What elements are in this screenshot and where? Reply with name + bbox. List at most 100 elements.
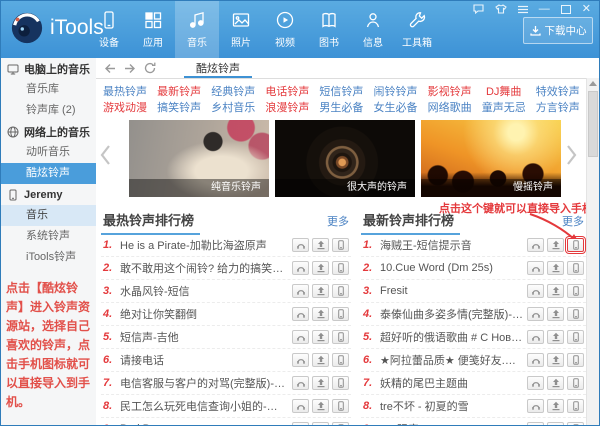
listen-button[interactable] bbox=[527, 261, 544, 275]
listen-button[interactable] bbox=[292, 376, 309, 390]
category-link[interactable]: 短信铃声 bbox=[314, 84, 368, 100]
back-button[interactable] bbox=[104, 63, 116, 74]
import-to-phone-button[interactable] bbox=[332, 284, 349, 298]
refresh-button[interactable] bbox=[144, 62, 156, 74]
download-ringtone-button[interactable] bbox=[547, 330, 564, 344]
category-link[interactable]: 影视铃声 bbox=[423, 84, 477, 100]
download-ringtone-button[interactable] bbox=[547, 353, 564, 367]
import-to-phone-button[interactable] bbox=[332, 353, 349, 367]
download-ringtone-button[interactable] bbox=[547, 307, 564, 321]
import-to-phone-button[interactable] bbox=[332, 376, 349, 390]
import-to-phone-button[interactable] bbox=[567, 330, 584, 344]
download-ringtone-button[interactable] bbox=[547, 422, 564, 425]
listen-button[interactable] bbox=[527, 307, 544, 321]
banner-slow-rock[interactable]: 慢摇铃声 bbox=[421, 120, 561, 197]
download-ringtone-button[interactable] bbox=[312, 422, 329, 425]
import-to-phone-button[interactable] bbox=[332, 307, 349, 321]
sidebar-item[interactable]: 系统铃声 bbox=[1, 226, 96, 247]
import-to-phone-button[interactable] bbox=[332, 399, 349, 413]
download-ringtone-button[interactable] bbox=[547, 399, 564, 413]
import-to-phone-button[interactable] bbox=[567, 422, 584, 425]
listen-button[interactable] bbox=[292, 238, 309, 252]
download-center-button[interactable]: 下载中心 bbox=[523, 17, 593, 44]
minimize-button[interactable]: — bbox=[539, 4, 550, 15]
skin-shirt-icon[interactable] bbox=[495, 4, 507, 14]
more-link[interactable]: 更多 bbox=[562, 213, 584, 229]
sidebar-item[interactable]: 音乐 bbox=[1, 205, 96, 226]
listen-button[interactable] bbox=[527, 284, 544, 298]
listen-button[interactable] bbox=[527, 330, 544, 344]
category-link[interactable]: 最新铃声 bbox=[152, 84, 206, 100]
close-button[interactable]: ✕ bbox=[582, 4, 591, 15]
category-link[interactable]: 特效铃声 bbox=[531, 84, 585, 100]
import-to-phone-button[interactable] bbox=[332, 238, 349, 252]
menu-icon[interactable] bbox=[517, 5, 528, 14]
vertical-scrollbar[interactable] bbox=[586, 78, 599, 425]
category-link[interactable]: 搞笑铃声 bbox=[152, 100, 206, 116]
sidebar-item[interactable]: 铃声库 (2) bbox=[1, 100, 96, 121]
nav-tab-photos[interactable]: 照片 bbox=[219, 1, 263, 58]
category-link[interactable]: 女生必备 bbox=[368, 100, 422, 116]
nav-tab-toolbox[interactable]: 工具箱 bbox=[395, 1, 439, 58]
download-ringtone-button[interactable] bbox=[312, 376, 329, 390]
download-ringtone-button[interactable] bbox=[312, 399, 329, 413]
banner-pure-music[interactable]: 纯音乐铃声 bbox=[129, 120, 269, 197]
scroll-up-arrow[interactable] bbox=[589, 81, 597, 86]
listen-button[interactable] bbox=[292, 284, 309, 298]
carousel-prev-button[interactable] bbox=[100, 144, 111, 171]
import-to-phone-button[interactable] bbox=[565, 236, 586, 254]
download-ringtone-button[interactable] bbox=[312, 353, 329, 367]
category-link[interactable]: DJ舞曲 bbox=[477, 84, 531, 100]
nav-tab-music[interactable]: 音乐 bbox=[175, 1, 219, 58]
sidebar-item[interactable]: 动听音乐 bbox=[1, 142, 96, 163]
listen-button[interactable] bbox=[527, 238, 544, 252]
nav-tab-books[interactable]: 图书 bbox=[307, 1, 351, 58]
scrollbar-thumb[interactable] bbox=[588, 91, 598, 157]
category-link[interactable]: 最热铃声 bbox=[98, 84, 152, 100]
category-link[interactable]: 童声无忌 bbox=[477, 100, 531, 116]
category-link[interactable]: 经典铃声 bbox=[206, 84, 260, 100]
download-ringtone-button[interactable] bbox=[312, 307, 329, 321]
download-ringtone-button[interactable] bbox=[547, 284, 564, 298]
category-link[interactable]: 游戏动漫 bbox=[98, 100, 152, 116]
import-to-phone-button[interactable] bbox=[567, 261, 584, 275]
listen-button[interactable] bbox=[527, 353, 544, 367]
import-to-phone-button[interactable] bbox=[567, 353, 584, 367]
category-link[interactable]: 男生必备 bbox=[314, 100, 368, 116]
listen-button[interactable] bbox=[292, 353, 309, 367]
listen-button[interactable] bbox=[527, 399, 544, 413]
category-link[interactable]: 浪漫铃声 bbox=[260, 100, 314, 116]
listen-button[interactable] bbox=[292, 399, 309, 413]
listen-button[interactable] bbox=[292, 307, 309, 321]
more-link[interactable]: 更多 bbox=[327, 213, 349, 229]
listen-button[interactable] bbox=[527, 376, 544, 390]
download-ringtone-button[interactable] bbox=[312, 238, 329, 252]
category-link[interactable]: 闹铃铃声 bbox=[368, 84, 422, 100]
download-ringtone-button[interactable] bbox=[312, 284, 329, 298]
category-link[interactable]: 乡村音乐 bbox=[206, 100, 260, 116]
nav-tab-video[interactable]: 视频 bbox=[263, 1, 307, 58]
banner-loud-ringtones[interactable]: 很大声的铃声 bbox=[275, 120, 415, 197]
carousel-next-button[interactable] bbox=[566, 144, 577, 171]
listen-button[interactable] bbox=[292, 330, 309, 344]
download-ringtone-button[interactable] bbox=[547, 376, 564, 390]
import-to-phone-button[interactable] bbox=[332, 422, 349, 425]
sidebar-item[interactable]: 酷炫铃声 bbox=[1, 163, 96, 184]
download-ringtone-button[interactable] bbox=[312, 330, 329, 344]
import-to-phone-button[interactable] bbox=[332, 330, 349, 344]
sidebar-item[interactable]: 音乐库 bbox=[1, 79, 96, 100]
sidebar-item[interactable]: iTools铃声 bbox=[1, 247, 96, 268]
forward-button[interactable] bbox=[124, 63, 136, 74]
category-link[interactable]: 方言铃声 bbox=[531, 100, 585, 116]
download-ringtone-button[interactable] bbox=[547, 238, 564, 252]
nav-tab-device[interactable]: 设备 bbox=[87, 1, 131, 58]
category-link[interactable]: 电话铃声 bbox=[260, 84, 314, 100]
category-link[interactable]: 网络歌曲 bbox=[423, 100, 477, 116]
download-ringtone-button[interactable] bbox=[547, 261, 564, 275]
listen-button[interactable] bbox=[527, 422, 544, 425]
nav-tab-apps[interactable]: 应用 bbox=[131, 1, 175, 58]
import-to-phone-button[interactable] bbox=[567, 284, 584, 298]
import-to-phone-button[interactable] bbox=[567, 399, 584, 413]
feedback-chat-icon[interactable] bbox=[473, 4, 484, 14]
tab-cool-ringtones[interactable]: 酷炫铃声 bbox=[180, 58, 256, 78]
